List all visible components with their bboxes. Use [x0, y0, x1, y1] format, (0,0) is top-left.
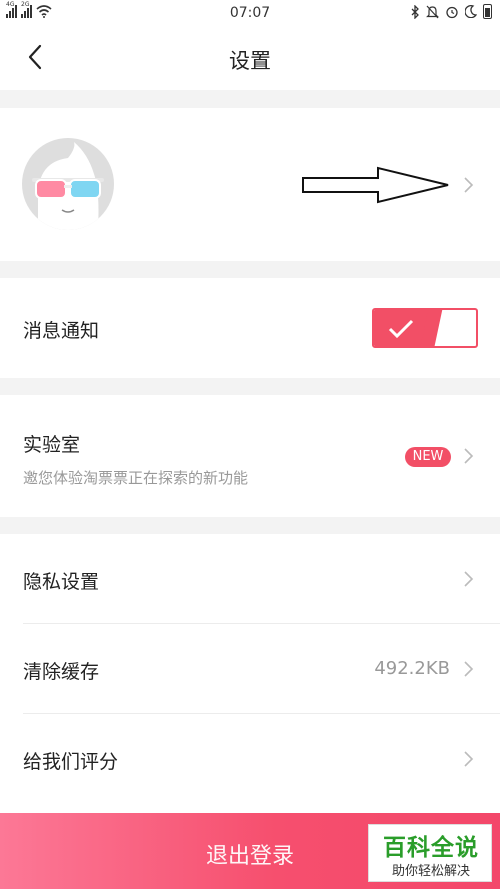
- lab-label: 实验室: [23, 434, 81, 456]
- lab-row[interactable]: 实验室 邀您体验淘票票正在探索的新功能 NEW: [0, 395, 500, 517]
- avatar[interactable]: [22, 138, 114, 230]
- privacy-settings-row[interactable]: 隐私设置: [0, 534, 500, 624]
- chevron-right-icon: [464, 571, 474, 587]
- watermark-logo: 百科全说 助你轻松解决: [368, 824, 492, 882]
- ghost-avatar-icon: [32, 142, 104, 230]
- chevron-right-icon: [464, 177, 474, 193]
- cache-size: 492.2KB: [374, 658, 450, 679]
- status-bar: 4G 2G 07:07: [0, 0, 500, 26]
- annotation-arrow-icon: [302, 166, 449, 204]
- check-icon: [388, 319, 414, 339]
- settings-list: 隐私设置 清除缓存 492.2KB 给我们评分: [0, 534, 500, 813]
- rate-us-row[interactable]: 给我们评分: [0, 714, 500, 804]
- chevron-right-icon: [464, 661, 474, 677]
- chevron-right-icon: [464, 751, 474, 767]
- moon-icon: [465, 5, 477, 18]
- notifications-row: 消息通知: [0, 278, 500, 378]
- watermark-title: 百科全说: [383, 835, 479, 861]
- profile-row[interactable]: [0, 108, 500, 261]
- clear-cache-label: 清除缓存: [23, 661, 100, 683]
- chevron-right-icon: [464, 448, 474, 464]
- lab-subtitle: 邀您体验淘票票正在探索的新功能: [23, 469, 249, 487]
- alarm-icon: [446, 6, 458, 18]
- battery-icon: [483, 4, 492, 19]
- status-icons: [411, 4, 492, 19]
- privacy-settings-label: 隐私设置: [23, 571, 100, 593]
- watermark-subtitle: 助你轻松解决: [391, 864, 470, 879]
- new-badge: NEW: [405, 447, 451, 467]
- bluetooth-icon: [411, 4, 419, 19]
- mute-icon: [426, 5, 439, 18]
- page-title: 设置: [229, 49, 271, 73]
- nav-bar: 设置: [0, 26, 500, 90]
- notifications-toggle[interactable]: [372, 308, 478, 348]
- rate-us-label: 给我们评分: [23, 751, 119, 773]
- clear-cache-row[interactable]: 清除缓存 492.2KB: [0, 624, 500, 714]
- notifications-label: 消息通知: [23, 320, 100, 342]
